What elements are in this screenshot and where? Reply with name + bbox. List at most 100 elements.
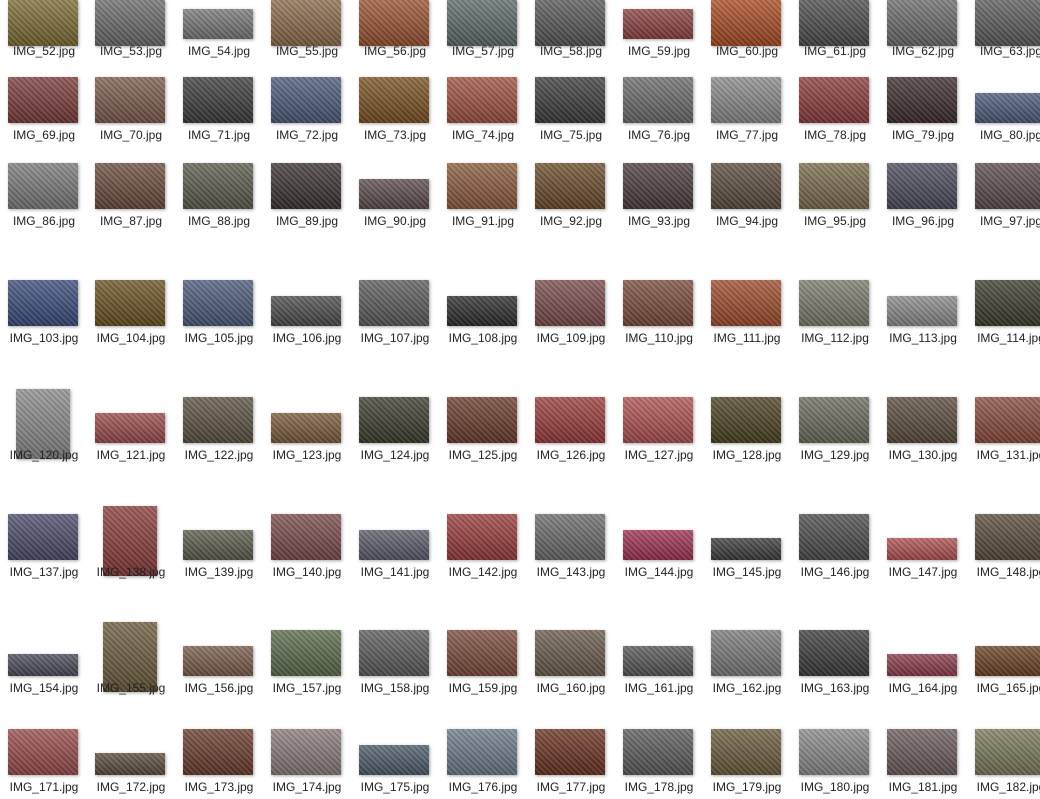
image-thumbnail[interactable] [887,296,957,326]
image-thumbnail[interactable] [623,280,693,326]
image-thumbnail[interactable] [799,280,869,326]
image-thumbnail[interactable] [535,280,605,326]
image-thumbnail[interactable] [799,514,869,560]
image-thumbnail[interactable] [975,93,1040,123]
image-thumbnail[interactable] [183,163,253,209]
image-thumbnail[interactable] [799,630,869,676]
image-thumbnail[interactable] [183,280,253,326]
image-thumbnail[interactable] [8,729,78,775]
image-thumbnail[interactable] [183,77,253,123]
image-thumbnail[interactable] [447,397,517,443]
file-name-label: IMG_55.jpg [275,44,339,58]
image-thumbnail[interactable] [359,630,429,676]
image-thumbnail[interactable] [623,163,693,209]
file-name-label: IMG_122.jpg [184,448,254,462]
image-thumbnail[interactable] [623,9,693,39]
image-thumbnail[interactable] [623,729,693,775]
file-name-label: IMG_104.jpg [96,331,166,345]
image-thumbnail[interactable] [887,77,957,123]
image-thumbnail[interactable] [535,0,605,46]
image-thumbnail[interactable] [359,179,429,209]
image-thumbnail[interactable] [8,0,78,46]
image-thumbnail[interactable] [975,280,1040,326]
image-thumbnail[interactable] [8,77,78,123]
image-thumbnail[interactable] [711,0,781,46]
image-thumbnail[interactable] [95,413,165,443]
image-thumbnail[interactable] [535,514,605,560]
image-thumbnail[interactable] [887,0,957,46]
image-thumbnail[interactable] [623,77,693,123]
image-thumbnail[interactable] [711,630,781,676]
image-thumbnail[interactable] [887,397,957,443]
image-thumbnail[interactable] [183,530,253,560]
image-thumbnail[interactable] [535,630,605,676]
image-thumbnail[interactable] [711,280,781,326]
image-thumbnail[interactable] [95,280,165,326]
image-thumbnail[interactable] [359,77,429,123]
image-thumbnail[interactable] [535,77,605,123]
image-thumbnail[interactable] [535,729,605,775]
image-thumbnail[interactable] [799,77,869,123]
image-thumbnail[interactable] [183,9,253,39]
image-thumbnail[interactable] [711,538,781,560]
image-thumbnail[interactable] [183,397,253,443]
image-thumbnail[interactable] [8,514,78,560]
file-name-label: IMG_95.jpg [803,214,867,228]
image-thumbnail[interactable] [447,514,517,560]
image-thumbnail[interactable] [271,630,341,676]
image-thumbnail[interactable] [887,538,957,560]
image-thumbnail[interactable] [359,280,429,326]
image-thumbnail[interactable] [183,646,253,676]
image-thumbnail[interactable] [271,163,341,209]
image-thumbnail[interactable] [975,0,1040,46]
image-thumbnail[interactable] [447,163,517,209]
image-thumbnail[interactable] [535,163,605,209]
image-thumbnail[interactable] [95,0,165,46]
image-thumbnail[interactable] [271,514,341,560]
image-thumbnail[interactable] [183,729,253,775]
image-thumbnail[interactable] [271,0,341,46]
image-thumbnail[interactable] [359,745,429,775]
image-thumbnail[interactable] [535,397,605,443]
file-name-label: IMG_53.jpg [99,44,163,58]
image-thumbnail[interactable] [799,163,869,209]
image-thumbnail[interactable] [975,646,1040,676]
image-thumbnail[interactable] [975,729,1040,775]
file-name-label: IMG_174.jpg [272,780,342,794]
image-thumbnail[interactable] [975,163,1040,209]
image-thumbnail[interactable] [887,654,957,676]
image-thumbnail[interactable] [359,397,429,443]
image-thumbnail[interactable] [271,413,341,443]
image-thumbnail[interactable] [447,729,517,775]
image-thumbnail[interactable] [271,296,341,326]
image-thumbnail[interactable] [447,77,517,123]
image-thumbnail[interactable] [711,163,781,209]
image-thumbnail[interactable] [447,296,517,326]
image-thumbnail[interactable] [8,654,78,676]
image-thumbnail[interactable] [623,530,693,560]
image-thumbnail[interactable] [887,163,957,209]
image-thumbnail[interactable] [711,397,781,443]
image-thumbnail[interactable] [95,77,165,123]
image-thumbnail[interactable] [799,0,869,46]
file-name-label: IMG_129.jpg [800,448,870,462]
image-thumbnail[interactable] [95,163,165,209]
image-thumbnail[interactable] [359,530,429,560]
image-thumbnail[interactable] [271,77,341,123]
image-thumbnail[interactable] [447,630,517,676]
image-thumbnail[interactable] [799,397,869,443]
image-thumbnail[interactable] [359,0,429,46]
image-thumbnail[interactable] [271,729,341,775]
image-thumbnail[interactable] [8,163,78,209]
image-thumbnail[interactable] [975,514,1040,560]
image-thumbnail[interactable] [711,729,781,775]
image-thumbnail[interactable] [95,753,165,775]
image-thumbnail[interactable] [975,397,1040,443]
image-thumbnail[interactable] [887,729,957,775]
image-thumbnail[interactable] [623,397,693,443]
image-thumbnail[interactable] [8,280,78,326]
image-thumbnail[interactable] [623,646,693,676]
image-thumbnail[interactable] [799,729,869,775]
image-thumbnail[interactable] [447,0,517,46]
image-thumbnail[interactable] [711,77,781,123]
